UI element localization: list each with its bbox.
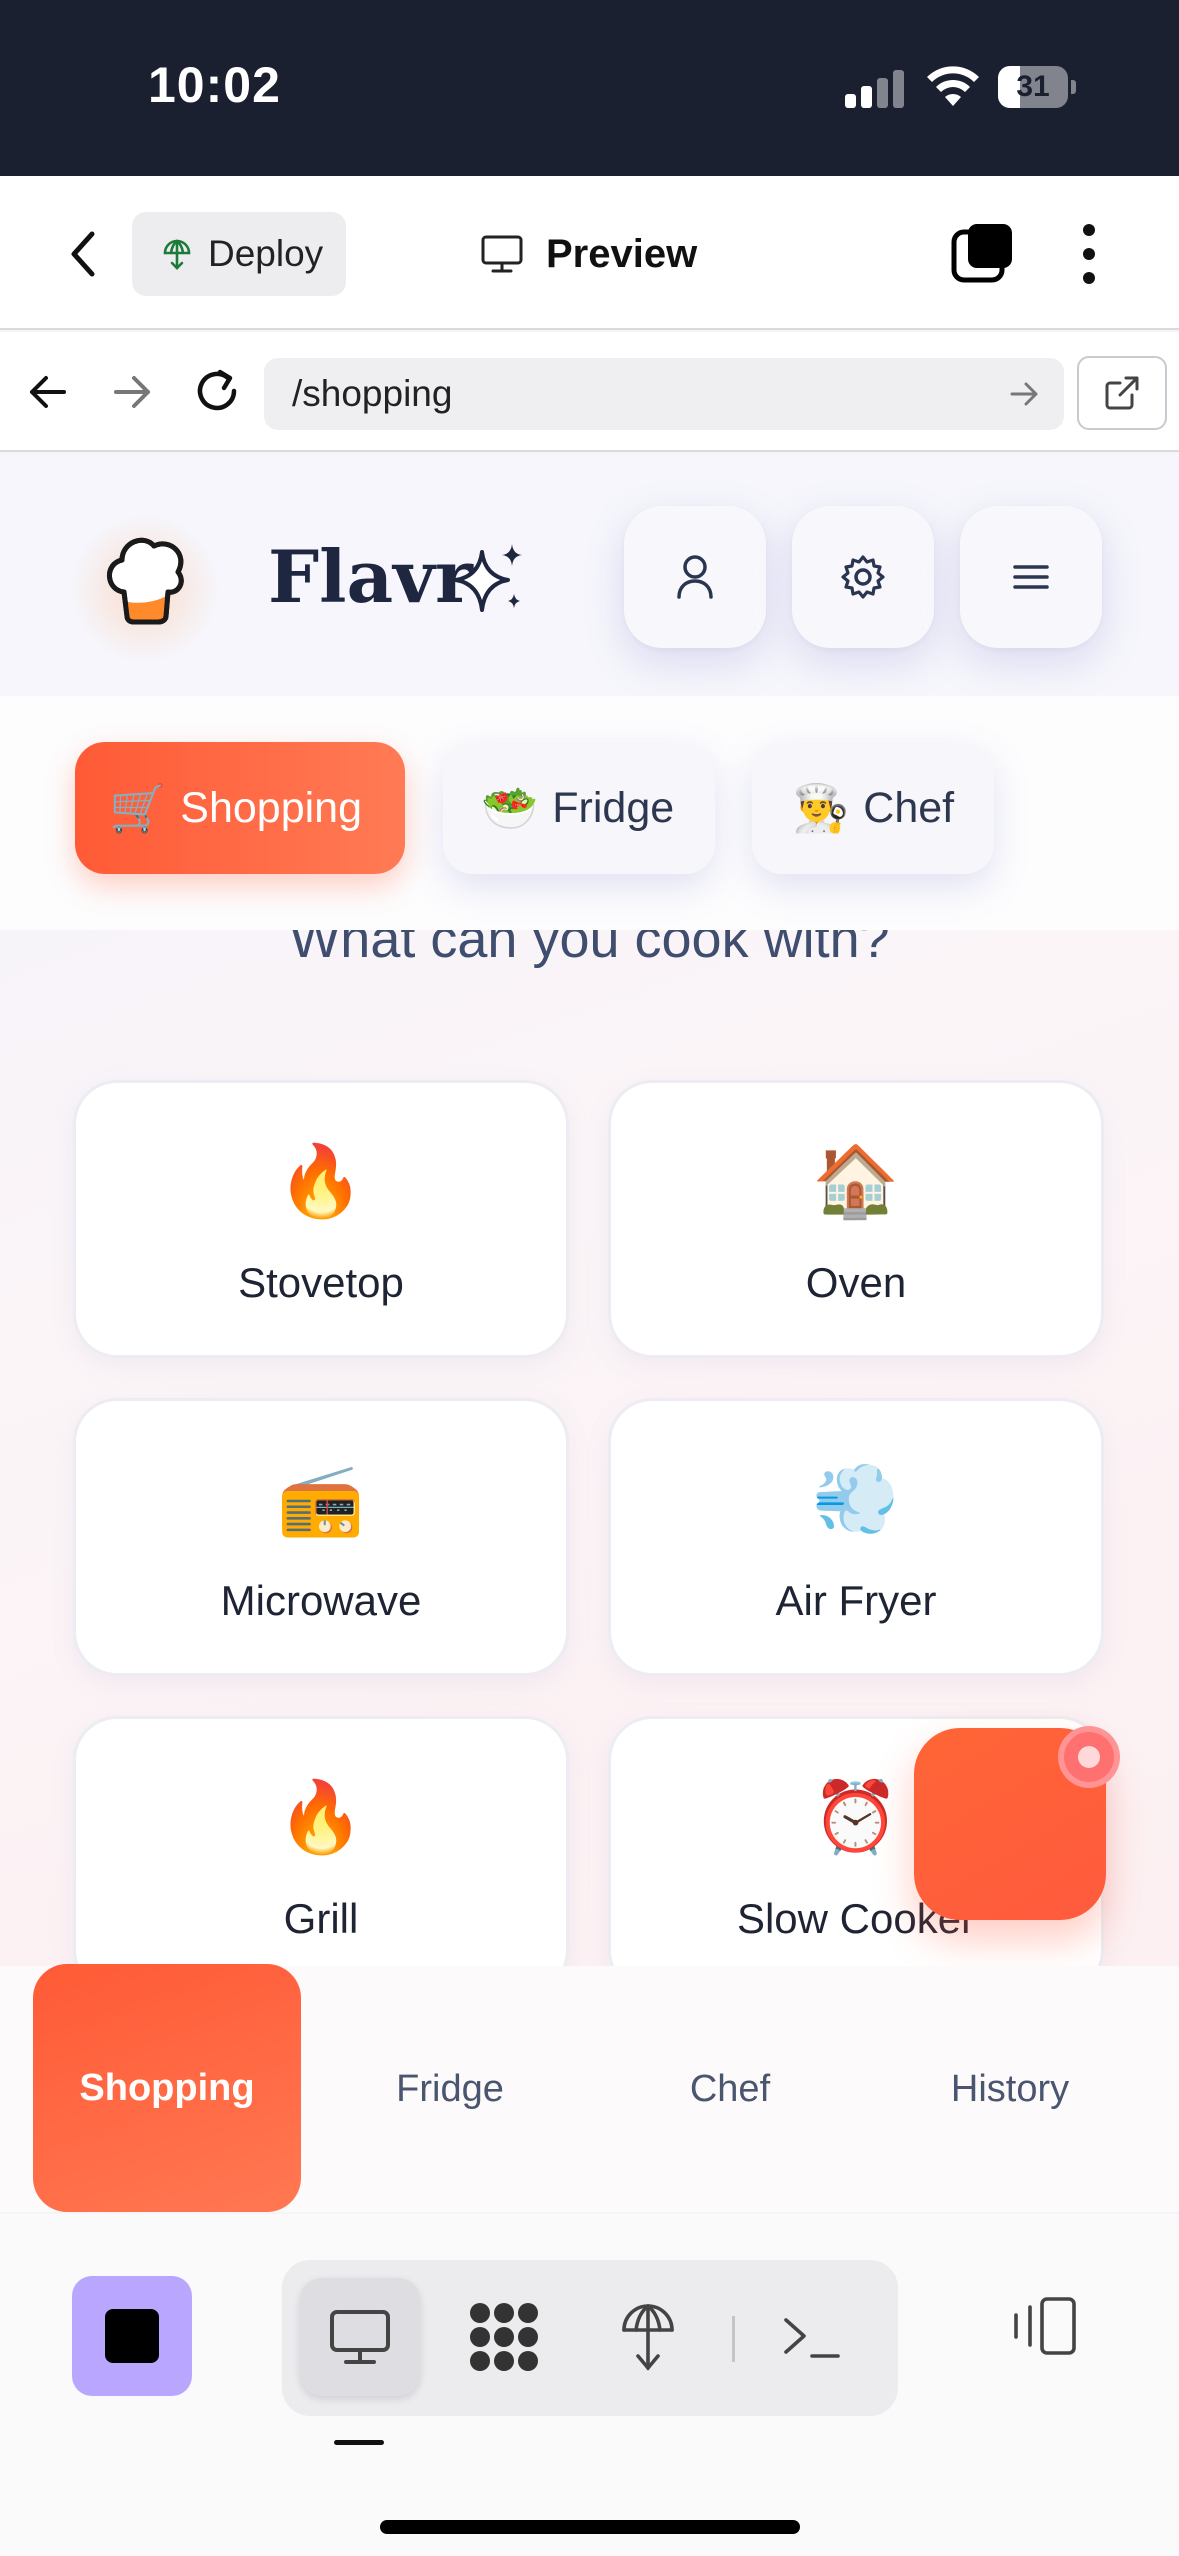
segment-fridge[interactable]: 🥗 Fridge: [443, 742, 715, 874]
app-header: Flavr: [0, 454, 1179, 696]
gear-icon: [841, 555, 885, 599]
mode-network[interactable]: [444, 2278, 564, 2396]
arrow-right-icon[interactable]: [108, 368, 156, 416]
mode-deploy[interactable]: [588, 2278, 708, 2396]
appliance-card-air-fryer[interactable]: 💨 Air Fryer: [608, 1398, 1104, 1676]
profile-button[interactable]: [624, 506, 766, 648]
open-external-button[interactable]: [1077, 356, 1167, 430]
cellular-signal-icon: [845, 68, 905, 108]
status-time: 10:02: [148, 57, 281, 113]
segment-chef[interactable]: 👨‍🍳 Chef: [752, 742, 994, 874]
go-arrow-icon[interactable]: [1006, 376, 1042, 412]
arrow-left-icon[interactable]: [24, 368, 72, 416]
ide-toolbar: [0, 2214, 1179, 2556]
divider: [732, 2316, 735, 2362]
view-mode-group: [282, 2260, 898, 2416]
segment-label: Shopping: [180, 783, 363, 832]
deploy-icon: [163, 239, 191, 270]
bottom-nav-fridge[interactable]: Fridge: [340, 1966, 560, 2212]
deploy-icon: [622, 2303, 674, 2371]
appliance-label: Stovetop: [238, 1259, 404, 1306]
segment-label: Chef: [863, 783, 955, 832]
appliance-label: Air Fryer: [775, 1577, 937, 1624]
segment-label: Fridge: [552, 783, 675, 832]
stop-icon: [105, 2309, 159, 2363]
back-chevron-icon[interactable]: [64, 226, 104, 282]
tabs-icon[interactable]: [950, 222, 1014, 286]
segment-shopping[interactable]: 🛒 Shopping: [75, 742, 405, 874]
monitor-icon: [330, 2310, 390, 2364]
top-toolbar: Deploy Preview: [0, 176, 1179, 330]
reload-icon[interactable]: [190, 364, 244, 418]
chef-hat-logo-icon[interactable]: [100, 530, 190, 626]
appliance-card-microwave[interactable]: 📻 Microwave: [73, 1398, 569, 1676]
status-bar: 10:02 31: [0, 0, 1179, 176]
device-frame-icon: [1014, 2297, 1076, 2355]
settings-button[interactable]: [792, 506, 934, 648]
chef-icon: 👨‍🍳: [792, 781, 850, 834]
radio-icon: 📻: [277, 1460, 365, 1538]
battery-icon: 31: [998, 66, 1076, 108]
battery-level: 31: [1016, 70, 1050, 103]
house-icon: 🏠: [812, 1142, 900, 1220]
wind-icon: 💨: [812, 1460, 900, 1538]
url-input[interactable]: [264, 358, 1064, 430]
url-bar: [0, 332, 1179, 452]
bottom-navigation: Shopping Fridge Chef History: [0, 1964, 1179, 2212]
fire-icon: 🔥: [277, 1778, 365, 1856]
notification-dot: [1058, 1726, 1120, 1788]
deploy-label: Deploy: [208, 233, 324, 274]
mode-segment-bar: 🛒 Shopping 🥗 Fridge 👨‍🍳 Chef: [0, 696, 1179, 930]
bottom-nav-chef[interactable]: Chef: [620, 1966, 840, 2212]
user-icon: [677, 555, 713, 599]
mode-preview[interactable]: [300, 2278, 420, 2396]
bottom-nav-shopping[interactable]: Shopping: [33, 1964, 301, 2212]
device-layout-button[interactable]: [1004, 2286, 1084, 2366]
more-options-icon[interactable]: [1070, 220, 1108, 288]
salad-icon: 🥗: [481, 781, 539, 834]
monitor-icon: [481, 235, 523, 273]
network-icon: [470, 2303, 538, 2371]
shopping-cart-icon: 🛒: [109, 781, 167, 834]
home-indicator: [380, 2520, 800, 2534]
appliance-label: Grill: [283, 1895, 359, 1942]
appliance-card-oven[interactable]: 🏠 Oven: [608, 1080, 1104, 1358]
appliance-card-grill[interactable]: 🔥 Grill: [73, 1716, 569, 1994]
menu-button[interactable]: [960, 506, 1102, 648]
menu-icon: [1013, 565, 1049, 589]
preview-label: Preview: [546, 231, 698, 276]
stop-button[interactable]: [72, 2276, 192, 2396]
wifi-icon: [927, 66, 979, 106]
external-link-icon: [1105, 376, 1139, 410]
brand-name: Flavr: [268, 534, 473, 619]
appliance-label: Oven: [805, 1259, 907, 1306]
bottom-nav-history[interactable]: History: [900, 1966, 1120, 2212]
appliance-label: Microwave: [220, 1577, 422, 1624]
fire-icon: 🔥: [277, 1142, 365, 1220]
mode-terminal[interactable]: [752, 2278, 872, 2396]
active-mode-indicator: [334, 2440, 384, 2445]
deploy-button[interactable]: Deploy: [132, 212, 346, 296]
preview-title: Preview: [480, 226, 697, 282]
terminal-icon: [784, 2318, 840, 2358]
sparkles-icon: [454, 544, 522, 612]
appliance-card-stovetop[interactable]: 🔥 Stovetop: [73, 1080, 569, 1358]
app-viewport: What can you cook with? 🔥 Stovetop 🏠 Ove…: [0, 454, 1179, 2212]
